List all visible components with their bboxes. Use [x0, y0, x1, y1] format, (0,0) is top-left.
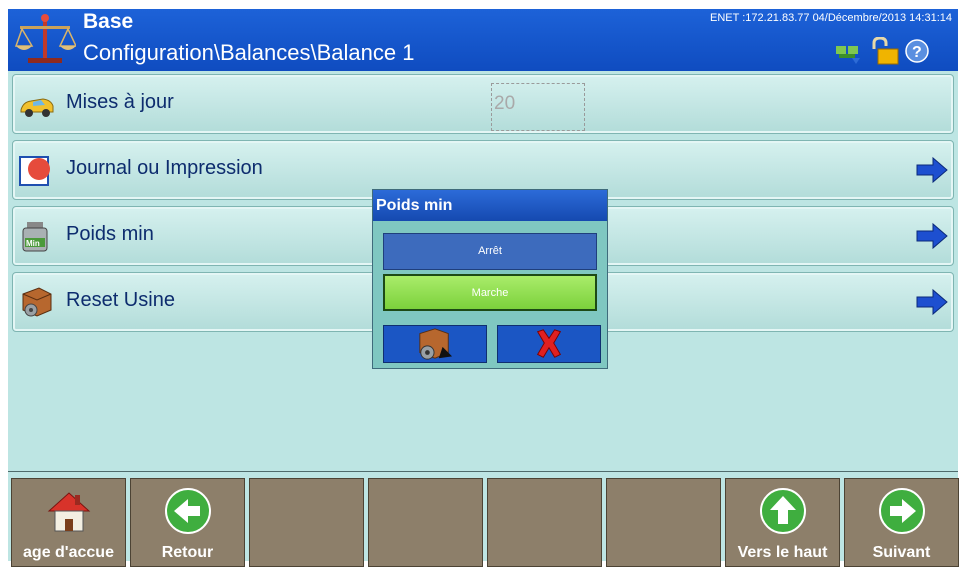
- poids-min-dialog: Poids min Arrêt Marche: [372, 189, 608, 369]
- min-weight-icon: Min: [22, 222, 48, 252]
- status-line: ENET :172.21.83.77 04/Décembre/2013 14:3…: [710, 12, 952, 24]
- softkey-label: age d'accue: [23, 544, 114, 561]
- menu-item-label: Journal ou Impression: [66, 157, 263, 179]
- page-title: Base: [83, 10, 134, 33]
- help-icon: ?: [905, 39, 929, 63]
- softkey-home[interactable]: age d'accue: [11, 478, 126, 567]
- ok-button[interactable]: [383, 325, 487, 363]
- softkey-back[interactable]: Retour: [130, 478, 245, 567]
- softkey-bar: age d'accue Retour Vers le haut Suivant: [8, 471, 959, 567]
- softkey-next[interactable]: Suivant: [844, 478, 959, 567]
- back-arrow-icon: [165, 488, 211, 534]
- update-rate-value: 20: [491, 83, 585, 131]
- softkey-label: Vers le haut: [737, 544, 828, 561]
- status-icons: ?: [836, 37, 929, 65]
- softkey-empty-3[interactable]: [249, 478, 364, 567]
- factory-reset-icon: [419, 328, 453, 360]
- dialog-title: Poids min: [373, 190, 607, 221]
- car-icon: [20, 98, 54, 117]
- up-arrow-icon: [760, 488, 806, 534]
- menu-item-label: Reset Usine: [66, 289, 175, 311]
- padlock-unlocked-icon: [872, 37, 899, 65]
- log-print-icon: [19, 156, 50, 186]
- softkey-empty-5[interactable]: [487, 478, 602, 567]
- menu-item-mises-a-jour[interactable]: Mises à jour 20: [12, 74, 954, 134]
- header-bar: Base Configuration\Balances\Balance 1 EN…: [8, 9, 958, 71]
- svg-text:Min: Min: [26, 239, 40, 248]
- red-x-icon: [536, 329, 562, 358]
- menu-item-label: Poids min: [66, 223, 154, 245]
- softkey-empty-4[interactable]: [368, 478, 483, 567]
- home-icon: [47, 492, 91, 532]
- svg-text:?: ?: [912, 44, 922, 61]
- softkey-up[interactable]: Vers le haut: [725, 478, 840, 567]
- network-icon: [836, 46, 860, 64]
- terminal-screen: Base Configuration\Balances\Balance 1 EN…: [8, 9, 959, 567]
- option-marche[interactable]: Marche: [383, 274, 597, 311]
- arrow-right-icon[interactable]: [915, 156, 949, 184]
- next-arrow-icon: [879, 488, 925, 534]
- arrow-right-icon[interactable]: [915, 222, 949, 250]
- softkey-label: Suivant: [872, 544, 931, 561]
- option-arret[interactable]: Arrêt: [383, 233, 597, 270]
- menu-item-label: Mises à jour: [66, 91, 174, 113]
- arrow-right-icon[interactable]: [915, 288, 949, 316]
- factory-reset-icon: [22, 287, 52, 317]
- softkey-empty-6[interactable]: [606, 478, 721, 567]
- scale-logo-icon: [14, 14, 76, 63]
- softkey-label: Retour: [161, 544, 214, 561]
- breadcrumb: Configuration\Balances\Balance 1: [83, 40, 415, 65]
- cancel-button[interactable]: [497, 325, 601, 363]
